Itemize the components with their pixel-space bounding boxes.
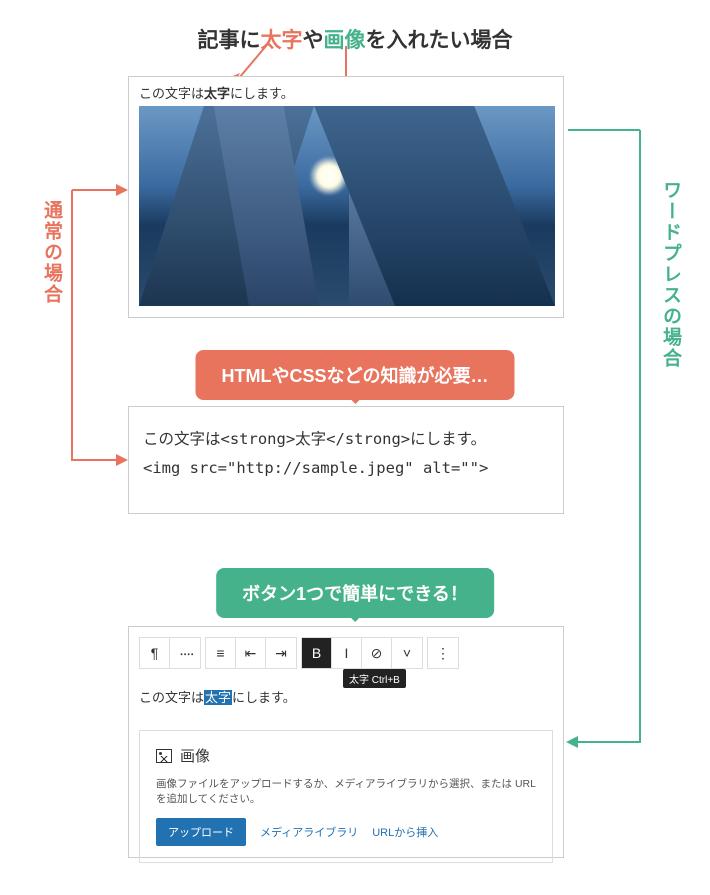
outdent-button[interactable]: ⇤ [236, 638, 266, 668]
title-part1: 記事に [198, 29, 261, 52]
editor-content-line[interactable]: この文字は太字にします。 [139, 687, 553, 706]
upload-button[interactable]: アップロード [156, 818, 246, 846]
editor-text-after: にします。 [232, 690, 296, 705]
image-block-title: 画像 [180, 745, 210, 766]
align-button[interactable]: ≡ [206, 638, 236, 668]
wordpress-editor-box: ¶ ᠁ ≡ ⇤ ⇥ B I ⊘ ˅ ⋮ 太字 Ctrl+B この文字は太字にしま… [128, 626, 564, 858]
title-accent-bold: 太字 [261, 29, 303, 52]
image-block-description: 画像ファイルをアップロードするか、メディアライブラリから選択、または URL を… [156, 776, 536, 806]
callout-html-required: HTMLやCSSなどの知識が必要… [196, 350, 515, 400]
link-button[interactable]: ⊘ [362, 638, 392, 668]
editor-toolbar: ¶ ᠁ ≡ ⇤ ⇥ B I ⊘ ˅ ⋮ 太字 Ctrl+B [139, 637, 553, 669]
drag-handle-icon[interactable]: ᠁ [170, 638, 200, 668]
editor-text-selected: 太字 [204, 690, 232, 705]
paragraph-button[interactable]: ¶ [140, 638, 170, 668]
bold-tooltip: 太字 Ctrl+B [343, 669, 406, 688]
bold-button[interactable]: B [302, 638, 332, 668]
image-block-placeholder: 画像 画像ファイルをアップロードするか、メディアライブラリから選択、または UR… [139, 730, 553, 863]
editor-text-before: この文字は [139, 690, 204, 705]
label-normal-case: 通常の場合 [38, 200, 65, 305]
raw-html-code-box: この文字は<strong>太字</strong>にします。 <img src="… [128, 406, 564, 514]
preview-image [139, 106, 555, 306]
code-line-2: <img src="http://sample.jpeg" alt=""> [143, 454, 549, 483]
options-button[interactable]: ⋮ [428, 638, 458, 668]
indent-button[interactable]: ⇥ [266, 638, 296, 668]
image-icon [156, 749, 172, 763]
preview-text: この文字は太字にします。 [139, 83, 553, 102]
code-line-1: この文字は<strong>太字</strong>にします。 [143, 425, 549, 454]
insert-from-url-link[interactable]: URLから挿入 [372, 824, 438, 840]
title-part3: を入れたい場合 [366, 29, 513, 52]
preview-text-before: この文字は [139, 86, 204, 101]
title-accent-image: 画像 [324, 29, 366, 52]
rendered-preview-box: この文字は太字にします。 [128, 76, 564, 318]
diagram-title: 記事に太字や画像を入れたい場合 [0, 24, 710, 54]
preview-text-after: にします。 [230, 86, 294, 101]
italic-button[interactable]: I [332, 638, 362, 668]
title-part2: や [303, 29, 324, 52]
more-formatting-button[interactable]: ˅ [392, 638, 422, 668]
media-library-link[interactable]: メディアライブラリ [260, 824, 358, 840]
label-wordpress-case: ワードプレスの場合 [657, 180, 684, 369]
preview-text-bold: 太字 [204, 86, 230, 101]
callout-one-button: ボタン1つで簡単にできる！ [216, 568, 494, 618]
